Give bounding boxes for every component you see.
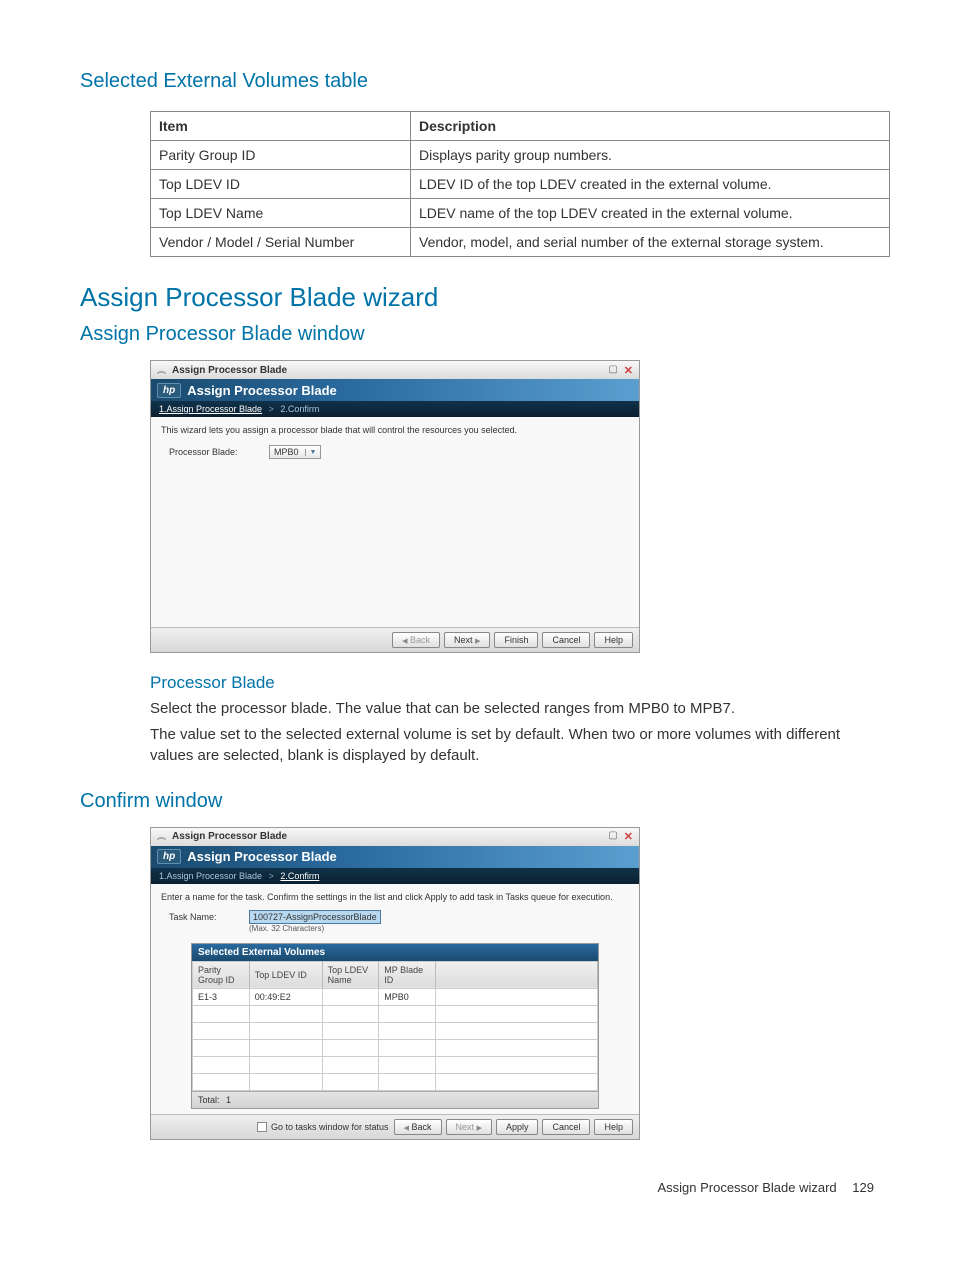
wizard-assign-processor-blade-step1: ︽ Assign Processor Blade ▢ ✕ hp Assign P… bbox=[150, 360, 640, 653]
breadcrumb-step1[interactable]: 1.Assign Processor Blade bbox=[159, 871, 262, 881]
wizard-header-text: Assign Processor Blade bbox=[187, 383, 337, 398]
breadcrumb-step2: 2.Confirm bbox=[280, 404, 319, 414]
wizard-header: hp Assign Processor Blade bbox=[151, 379, 639, 401]
task-name-hint: (Max. 32 Characters) bbox=[249, 924, 381, 933]
back-button[interactable]: ◀ Back bbox=[392, 632, 440, 648]
page-number: 129 bbox=[852, 1180, 874, 1195]
wizard-assign-processor-blade-confirm: ︽ Assign Processor Blade ▢ ✕ hp Assign P… bbox=[150, 827, 640, 1140]
table-row: Top LDEV NameLDEV name of the top LDEV c… bbox=[151, 199, 890, 228]
help-button[interactable]: Help bbox=[594, 632, 633, 648]
sev-col-top-ldev-name: Top LDEV Name bbox=[322, 961, 379, 988]
sev-total-row: Total: 1 bbox=[192, 1091, 598, 1108]
breadcrumb-separator: > bbox=[269, 404, 274, 414]
hp-logo-icon: hp bbox=[157, 849, 181, 864]
sev-col-spacer bbox=[435, 961, 597, 988]
body-text-para1: Select the processor blade. The value th… bbox=[150, 699, 874, 719]
wizard-breadcrumb: 1.Assign Processor Blade > 2.Confirm bbox=[151, 868, 639, 884]
sev-row-empty: . bbox=[193, 1073, 598, 1090]
task-name-label: Task Name: bbox=[169, 912, 249, 922]
next-button[interactable]: Next ▶ bbox=[446, 1119, 492, 1135]
go-to-tasks-checkbox[interactable] bbox=[257, 1122, 267, 1132]
wizard-header: hp Assign Processor Blade bbox=[151, 846, 639, 868]
apply-button[interactable]: Apply bbox=[496, 1119, 539, 1135]
main-heading-assign-processor-blade-wizard: Assign Processor Blade wizard bbox=[80, 282, 874, 313]
wizard-titlebar: ︽ Assign Processor Blade ▢ ✕ bbox=[151, 828, 639, 846]
processor-blade-dropdown[interactable]: MPB0 ▼ bbox=[269, 445, 321, 459]
breadcrumb-separator: > bbox=[269, 871, 274, 881]
collapse-icon[interactable]: ︽ bbox=[157, 365, 166, 374]
wizard-instruction: Enter a name for the task. Confirm the s… bbox=[161, 892, 629, 902]
wizard-header-text: Assign Processor Blade bbox=[187, 849, 337, 864]
go-to-tasks-checkbox-row[interactable]: Go to tasks window for status bbox=[257, 1122, 389, 1132]
help-button[interactable]: Help bbox=[594, 1119, 633, 1135]
wizard-breadcrumb: 1.Assign Processor Blade > 2.Confirm bbox=[151, 401, 639, 417]
sub-heading-confirm-window: Confirm window bbox=[80, 790, 874, 813]
task-name-input[interactable]: 100727-AssignProcessorBlade bbox=[249, 910, 381, 924]
wizard-title-text: Assign Processor Blade bbox=[172, 365, 608, 376]
close-icon[interactable]: ✕ bbox=[624, 364, 633, 377]
finish-button[interactable]: Finish bbox=[494, 632, 538, 648]
selected-external-volumes-panel: Selected External Volumes Parity Group I… bbox=[191, 943, 599, 1109]
go-to-tasks-label: Go to tasks window for status bbox=[271, 1122, 389, 1132]
wizard-footer: Go to tasks window for status ◀ Back Nex… bbox=[151, 1114, 639, 1139]
maximize-icon[interactable]: ▢ bbox=[608, 364, 617, 377]
sev-row[interactable]: E1-3 00:49:E2 MPB0 bbox=[193, 988, 598, 1005]
sub-heading-assign-processor-blade-window: Assign Processor Blade window bbox=[80, 323, 874, 346]
sev-panel-header: Selected External Volumes bbox=[192, 944, 598, 961]
dropdown-value: MPB0 bbox=[274, 447, 299, 457]
selected-external-volumes-table: Item Description Parity Group IDDisplays… bbox=[150, 111, 890, 257]
processor-blade-label: Processor Blade: bbox=[169, 447, 269, 457]
table-row: Top LDEV IDLDEV ID of the top LDEV creat… bbox=[151, 170, 890, 199]
sev-col-parity-group: Parity Group ID bbox=[193, 961, 250, 988]
cancel-button[interactable]: Cancel bbox=[542, 632, 590, 648]
close-icon[interactable]: ✕ bbox=[624, 830, 633, 843]
collapse-icon[interactable]: ︽ bbox=[157, 832, 166, 841]
field-heading-processor-blade: Processor Blade bbox=[150, 673, 874, 693]
wizard-title-text: Assign Processor Blade bbox=[172, 831, 608, 842]
body-text-para2: The value set to the selected external v… bbox=[150, 725, 874, 766]
hp-logo-icon: hp bbox=[157, 383, 181, 398]
section-heading-selected-external-volumes: Selected External Volumes table bbox=[80, 70, 874, 93]
sev-col-mp-blade-id: MP Blade ID bbox=[379, 961, 436, 988]
sev-row-empty: . bbox=[193, 1056, 598, 1073]
table-header-item: Item bbox=[151, 112, 411, 141]
breadcrumb-step1[interactable]: 1.Assign Processor Blade bbox=[159, 404, 262, 414]
wizard-titlebar: ︽ Assign Processor Blade ▢ ✕ bbox=[151, 361, 639, 379]
maximize-icon[interactable]: ▢ bbox=[608, 830, 617, 843]
breadcrumb-step2: 2.Confirm bbox=[280, 871, 319, 881]
chevron-down-icon: ▼ bbox=[305, 449, 317, 456]
wizard-instruction: This wizard lets you assign a processor … bbox=[161, 425, 629, 435]
table-row: Vendor / Model / Serial NumberVendor, mo… bbox=[151, 228, 890, 257]
next-button[interactable]: Next ▶ bbox=[444, 632, 490, 648]
back-button[interactable]: ◀ Back bbox=[394, 1119, 442, 1135]
sev-row-empty: . bbox=[193, 1005, 598, 1022]
wizard-footer: ◀ Back Next ▶ Finish Cancel Help bbox=[151, 627, 639, 652]
wizard-body: This wizard lets you assign a processor … bbox=[151, 417, 639, 627]
wizard-body: Enter a name for the task. Confirm the s… bbox=[151, 884, 639, 1114]
sev-row-empty: . bbox=[193, 1022, 598, 1039]
footer-text: Assign Processor Blade wizard bbox=[657, 1180, 836, 1195]
sev-row-empty: . bbox=[193, 1039, 598, 1056]
page-footer: Assign Processor Blade wizard 129 bbox=[80, 1180, 874, 1195]
table-row: Parity Group IDDisplays parity group num… bbox=[151, 141, 890, 170]
sev-table: Parity Group ID Top LDEV ID Top LDEV Nam… bbox=[192, 961, 598, 1091]
sev-col-top-ldev-id: Top LDEV ID bbox=[249, 961, 322, 988]
table-header-description: Description bbox=[411, 112, 890, 141]
cancel-button[interactable]: Cancel bbox=[542, 1119, 590, 1135]
